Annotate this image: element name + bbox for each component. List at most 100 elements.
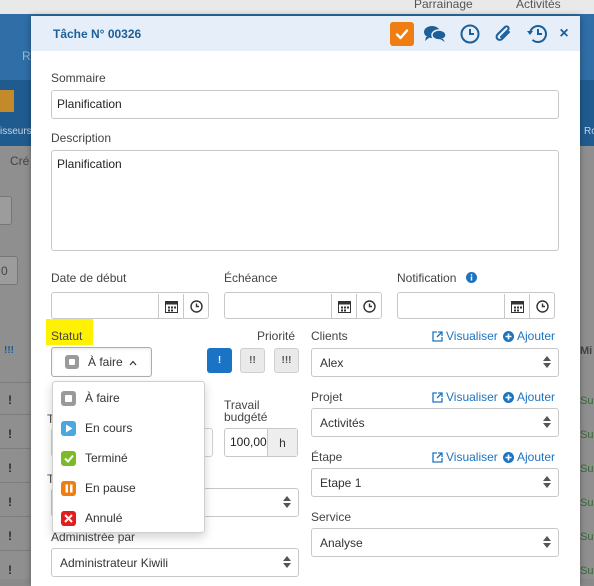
clients-select[interactable]: Alex [311, 348, 559, 377]
clock-icon[interactable] [183, 294, 208, 319]
background-row-status: Su [580, 497, 594, 509]
administre-par-select[interactable]: Administrateur Kiwili [51, 548, 299, 577]
travail-budgete-value: 100,00 [230, 435, 267, 449]
background-col-mark: !!! [4, 345, 14, 356]
background-row-status: Su [580, 565, 594, 577]
statut-label: Statut [51, 329, 83, 343]
background-col-right: Mi [580, 345, 593, 357]
background-row-status: Su [580, 463, 594, 475]
travail-budgete-label-2: budgété [224, 410, 268, 424]
clients-value: Alex [320, 356, 344, 370]
clock-icon[interactable] [458, 22, 482, 46]
background-tile-icon [0, 90, 14, 112]
etape-ajouter-link[interactable]: Ajouter [503, 450, 555, 464]
external-link-icon [432, 330, 443, 342]
projet-ajouter-link[interactable]: Ajouter [503, 390, 555, 404]
sort-icon [542, 355, 552, 372]
background-topbar: Parrainage Activités [0, 0, 594, 14]
echeance-label: Échéance [224, 271, 278, 285]
status-option-label: Terminé [85, 451, 128, 465]
comment-icon[interactable] [423, 22, 447, 46]
date-debut-label: Date de début [51, 271, 127, 285]
administre-par-value: Administrateur Kiwili [60, 556, 169, 570]
status-option-en-pause[interactable]: En pause [53, 473, 204, 503]
etape-select[interactable]: Etape 1 [311, 468, 559, 497]
background-row-mark: ! [8, 495, 12, 509]
x-icon [61, 510, 76, 526]
sort-icon [542, 475, 552, 492]
history-icon[interactable] [525, 22, 549, 46]
clients-label: Clients [311, 329, 348, 343]
background-nav-label: R [22, 49, 31, 63]
projet-select[interactable]: Activités [311, 408, 559, 437]
activites-link[interactable]: Activités [516, 0, 561, 11]
sort-icon [282, 555, 292, 572]
priority-low-button[interactable]: ! [207, 348, 232, 373]
priority-medium-button[interactable]: !! [240, 348, 265, 373]
background-list-label: Cré [10, 154, 30, 168]
visualiser-label: Visualiser [446, 450, 498, 464]
plus-circle-icon [503, 330, 514, 342]
service-label: Service [311, 510, 352, 524]
status-option-label: En pause [85, 481, 136, 495]
projet-visualiser-link[interactable]: Visualiser [432, 390, 498, 404]
sommaire-input[interactable]: Planification [51, 90, 559, 119]
projet-label: Projet [311, 390, 343, 404]
sort-icon [542, 535, 552, 552]
square-icon [61, 390, 76, 406]
clients-visualiser-link[interactable]: Visualiser [432, 329, 498, 343]
projet-value: Activités [320, 416, 365, 430]
status-option-label: À faire [85, 391, 120, 405]
square-icon [65, 355, 79, 369]
pause-icon [61, 480, 76, 496]
divider [0, 482, 30, 483]
modal-title: Tâche N° 00326 [53, 27, 142, 41]
etape-value: Etape 1 [320, 476, 362, 490]
status-option-termine[interactable]: Terminé [53, 443, 204, 473]
etape-visualiser-link[interactable]: Visualiser [432, 450, 498, 464]
status-option-label: Annulé [85, 511, 123, 525]
background-row-mark: ! [8, 563, 12, 577]
status-option-annule[interactable]: Annulé [53, 503, 204, 533]
clients-ajouter-link[interactable]: Ajouter [503, 329, 555, 343]
status-dropdown-button[interactable]: À faire [51, 347, 152, 377]
description-textarea[interactable]: Planification [51, 150, 559, 251]
info-icon [466, 272, 477, 286]
play-icon [61, 420, 76, 436]
modal-header: Tâche N° 00326 × [31, 16, 580, 51]
priorite-label: Priorité [257, 329, 296, 343]
external-link-icon [432, 391, 443, 403]
parrainage-link[interactable]: Parrainage [414, 0, 473, 11]
ajouter-label: Ajouter [517, 390, 556, 404]
divider [0, 448, 30, 449]
status-value: À faire [88, 355, 123, 369]
sort-icon [542, 415, 552, 432]
background-row-mark: ! [8, 529, 12, 543]
close-icon[interactable]: × [552, 22, 576, 46]
check-icon [61, 450, 76, 466]
status-option-a-faire[interactable]: À faire [53, 383, 204, 413]
clock-icon[interactable] [529, 294, 554, 319]
divider [0, 414, 30, 415]
sommaire-label: Sommaire [51, 71, 106, 85]
visualiser-label: Visualiser [446, 390, 498, 404]
etape-label: Étape [311, 450, 343, 464]
status-option-en-cours[interactable]: En cours [53, 413, 204, 443]
service-value: Analyse [320, 536, 363, 550]
divider [0, 382, 30, 383]
background-row-mark: ! [8, 427, 12, 441]
divider [0, 516, 30, 517]
service-select[interactable]: Analyse [311, 528, 559, 557]
clock-icon[interactable] [356, 294, 381, 319]
calendar-icon[interactable] [158, 294, 183, 319]
plus-circle-icon [503, 391, 514, 403]
calendar-icon[interactable] [331, 294, 356, 319]
plus-circle-icon [503, 451, 514, 463]
priority-high-button[interactable]: !!! [274, 348, 299, 373]
paperclip-icon[interactable] [492, 22, 516, 46]
background-box [0, 196, 12, 225]
calendar-icon[interactable] [504, 294, 529, 319]
chevron-up-icon [129, 355, 137, 369]
check-icon[interactable] [390, 22, 414, 46]
background-toolbar-label-right: Ro [584, 126, 594, 137]
